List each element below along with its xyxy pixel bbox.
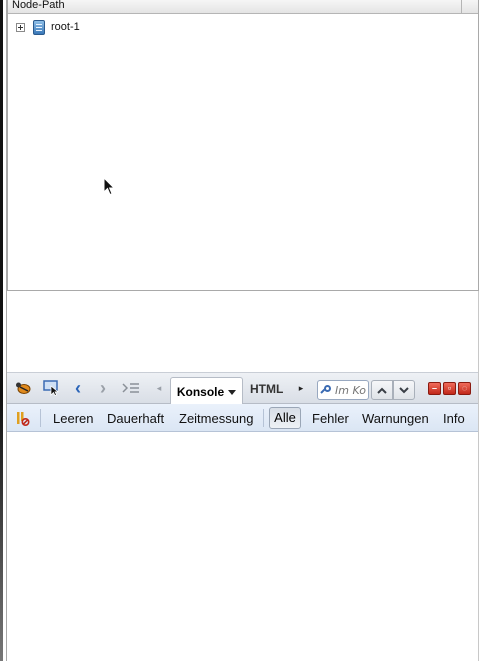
toolbar-separator [263,409,264,427]
profile-button[interactable]: Zeitmessung [179,410,253,427]
tree-node-label[interactable]: root-1 [51,21,80,33]
search-icon [321,384,332,396]
tree-column-header[interactable]: Node-Path [8,0,478,14]
tab-scroll-left-icon[interactable]: ◂ [155,382,163,394]
console-output-area[interactable] [7,432,478,661]
dropdown-caret-icon[interactable] [228,389,237,395]
tree-node-row[interactable]: root-1 [16,19,80,35]
forward-arrow-icon[interactable]: › [96,378,110,398]
browser-window: Node-Path root-1 ‹ › ◂ Konsole HTML ▸ Im… [0,0,482,661]
firebug-icon[interactable] [15,381,31,395]
tree-panel: Node-Path root-1 [7,0,479,291]
filter-errors-button[interactable]: Fehler [312,410,349,427]
minimize-icon[interactable]: – [428,382,441,395]
filter-all-label: Alle [274,410,296,425]
filter-warnings-button[interactable]: Warnungen [362,410,429,427]
column-header-label: Node-Path [12,0,65,11]
search-input[interactable] [335,383,368,397]
tab-konsole[interactable]: Konsole [170,377,243,405]
inspect-element-icon[interactable] [43,380,61,396]
document-node-icon [33,19,45,35]
clear-console-icon[interactable] [16,411,30,427]
chevron-down-icon [399,386,409,393]
persist-button[interactable]: Dauerhaft [107,410,164,427]
search-previous-button[interactable] [371,380,393,400]
expand-plus-icon[interactable] [16,22,25,32]
tab-konsole-label: Konsole [176,384,225,399]
tab-html-label: HTML [250,382,284,396]
tab-html[interactable]: HTML [250,382,283,402]
column-divider [461,0,462,14]
toolbar-separator [40,409,41,427]
console-toolbar: Leeren Dauerhaft Zeitmessung Alle Fehler… [7,404,478,432]
filter-info-button[interactable]: Info [443,410,465,427]
close-icon[interactable]: ◌ [458,382,471,395]
firebug-toolbar: ‹ › ◂ Konsole HTML ▸ – [7,372,478,405]
filter-all-button[interactable]: Alle [269,407,301,429]
window-left-shadow [0,0,3,661]
mouse-pointer-icon [103,177,115,196]
detach-window-icon[interactable]: ▫ [443,382,456,395]
console-search-field[interactable] [317,380,369,400]
chevron-up-icon [377,387,387,394]
clear-button[interactable]: Leeren [53,410,93,427]
back-arrow-icon[interactable]: ‹ [71,378,85,398]
search-next-button[interactable] [393,380,415,400]
tab-scroll-right-icon[interactable]: ▸ [297,382,305,394]
command-line-icon[interactable] [121,380,141,396]
